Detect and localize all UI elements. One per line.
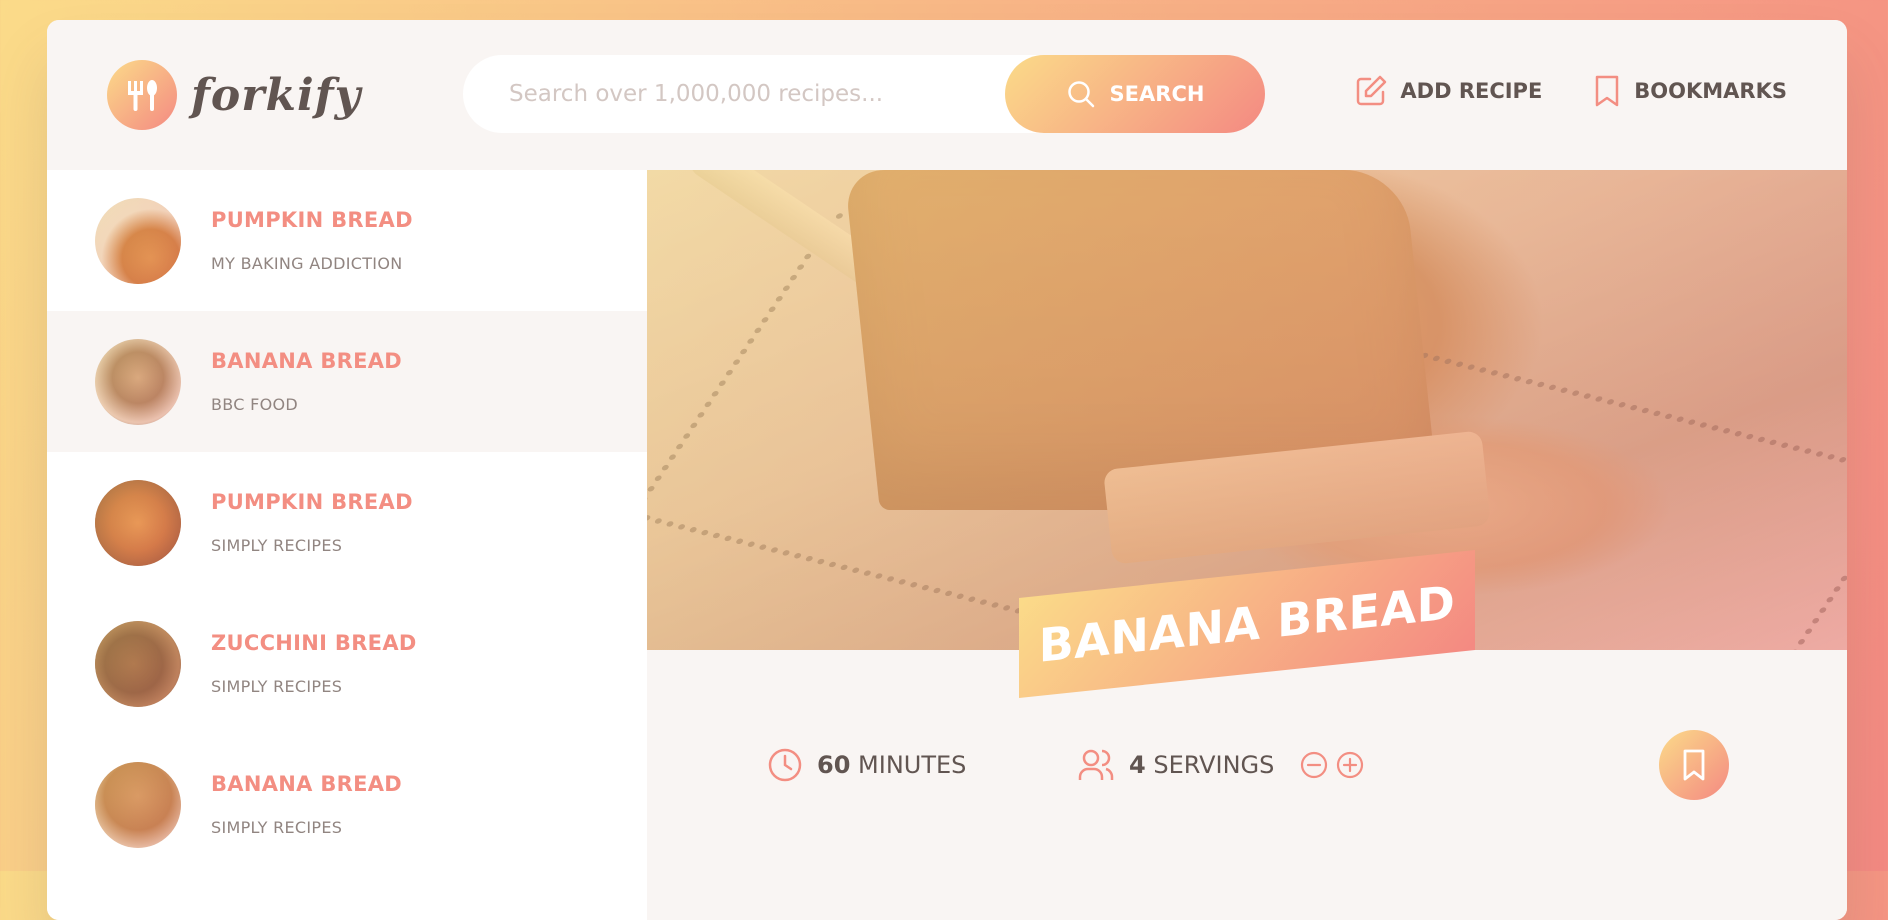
add-recipe-button[interactable]: ADD RECIPE	[1354, 74, 1542, 108]
result-item[interactable]: ZUCCHINI BREAD SIMPLY RECIPES	[47, 593, 647, 734]
search-input[interactable]	[507, 80, 951, 108]
result-title: PUMPKIN BREAD	[211, 490, 413, 514]
logo[interactable]: forkify	[107, 60, 361, 130]
recipe-details: 60 MINUTES 4 SERVINGS	[647, 730, 1847, 800]
search-results: PUMPKIN BREAD MY BAKING ADDICTION BANANA…	[47, 170, 647, 920]
search-button-label: SEARCH	[1109, 82, 1205, 106]
result-title: BANANA BREAD	[211, 349, 403, 373]
bookmark-icon	[1683, 749, 1705, 781]
bookmarks-button[interactable]: BOOKMARKS	[1592, 74, 1787, 108]
bookmark-recipe-button[interactable]	[1659, 730, 1729, 800]
result-title: ZUCCHINI BREAD	[211, 631, 417, 655]
servings-value: 4	[1129, 751, 1146, 779]
result-publisher: SIMPLY RECIPES	[211, 677, 343, 696]
bookmarks-label: BOOKMARKS	[1634, 79, 1787, 103]
minus-circle-icon[interactable]	[1300, 751, 1328, 779]
result-thumbnail	[95, 761, 181, 848]
clock-icon	[768, 748, 802, 782]
result-item[interactable]: PUMPKIN BREAD MY BAKING ADDICTION	[47, 170, 647, 311]
bookmark-icon	[1596, 75, 1619, 107]
result-item-active[interactable]: BANANA BREAD BBC FOOD	[47, 311, 647, 452]
result-title: BANANA BREAD	[211, 772, 403, 796]
result-thumbnail	[95, 338, 181, 425]
minutes-label: MINUTES	[858, 751, 967, 779]
result-publisher: BBC FOOD	[211, 395, 299, 414]
search-icon	[1067, 81, 1094, 108]
app-container: forkify SEARCH ADD RECIPE	[47, 20, 1847, 920]
fork-spoon-icon	[107, 60, 177, 130]
result-item[interactable]: BANANA BREAD SIMPLY RECIPES	[47, 734, 647, 875]
minutes-value: 60	[817, 751, 851, 779]
result-thumbnail	[95, 197, 181, 284]
header: forkify SEARCH ADD RECIPE	[47, 20, 1847, 170]
result-thumbnail	[95, 620, 181, 707]
users-icon	[1078, 749, 1114, 780]
add-recipe-label: ADD RECIPE	[1400, 79, 1543, 103]
nav: ADD RECIPE BOOKMARKS	[1354, 74, 1787, 108]
brand-name: forkify	[191, 69, 362, 121]
result-publisher: MY BAKING ADDICTION	[211, 254, 403, 273]
recipe-minutes: 60 MINUTES	[767, 747, 966, 783]
search-form: SEARCH	[463, 55, 1265, 133]
result-item[interactable]: PUMPKIN BREAD SIMPLY RECIPES	[47, 452, 647, 593]
plus-circle-icon[interactable]	[1336, 751, 1364, 779]
servings-stepper	[1300, 751, 1364, 779]
result-title: PUMPKIN BREAD	[211, 208, 413, 232]
result-publisher: SIMPLY RECIPES	[211, 818, 343, 837]
servings-label: SERVINGS	[1153, 751, 1275, 779]
recipe-servings: 4 SERVINGS	[1077, 747, 1364, 783]
result-thumbnail	[95, 479, 181, 566]
result-publisher: SIMPLY RECIPES	[211, 536, 343, 555]
recipe-title-text: BANANA BREAD	[1038, 575, 1456, 673]
recipe-view: BANANA BREAD 60 MINUTES 4 SERVINGS	[647, 170, 1847, 920]
search-button[interactable]: SEARCH	[1005, 55, 1265, 133]
edit-icon	[1357, 75, 1387, 106]
